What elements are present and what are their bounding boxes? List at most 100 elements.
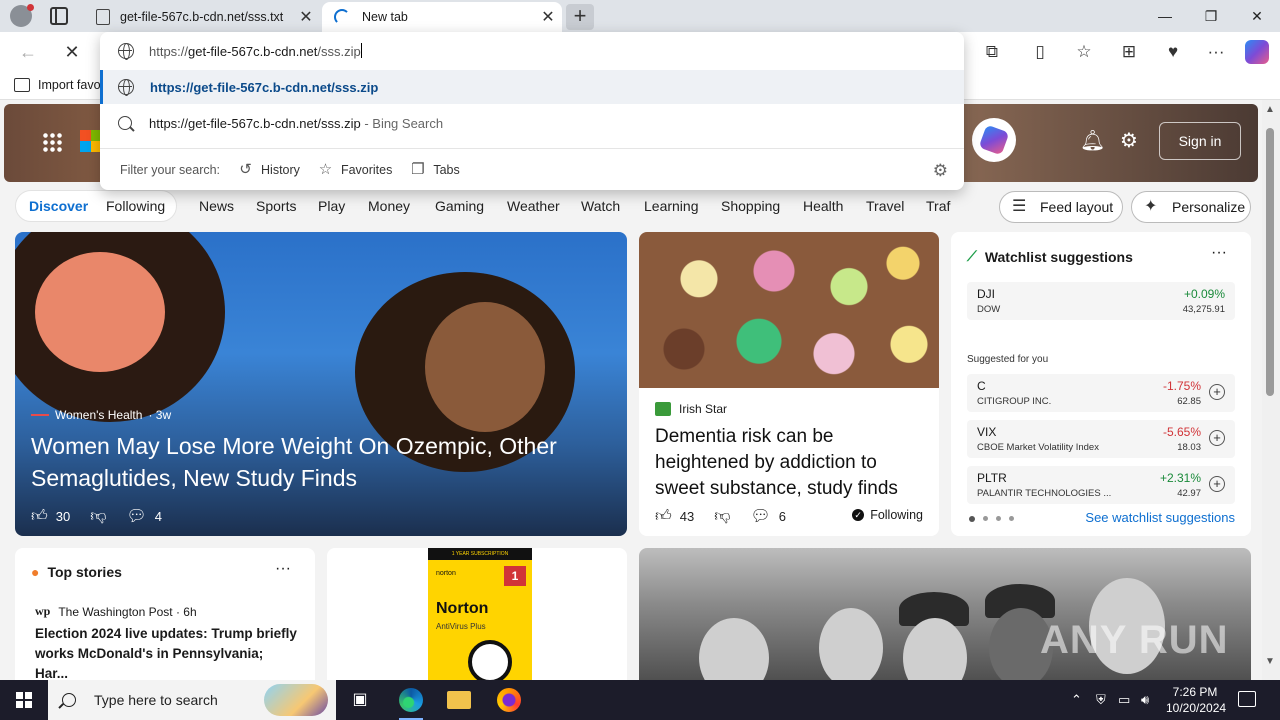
address-text[interactable]: https://get-file-567c.b-cdn.net/sss.zip (149, 43, 362, 59)
dessert-story-card[interactable]: Irish Star Dementia risk can be heighten… (639, 232, 939, 536)
task-view-icon[interactable]: ▣ (348, 688, 372, 712)
stock-row[interactable]: VIX CBOE Market Volatility Index -5.65% … (967, 420, 1235, 458)
windows-start-icon[interactable] (16, 692, 32, 708)
stock-row[interactable]: DJI DOW +0.09% 43,275.91 (967, 282, 1235, 320)
ad-card[interactable]: 1 YEAR SUBSCRIPTION norton 1 Norton Anti… (327, 548, 627, 680)
search-icon (118, 116, 132, 130)
file-explorer-icon[interactable] (447, 691, 471, 709)
scrollbar-thumb[interactable] (1266, 128, 1274, 396)
category-sports[interactable]: Sports (256, 198, 296, 214)
profile-avatar-icon[interactable] (10, 4, 34, 27)
category-shopping[interactable]: Shopping (721, 198, 780, 214)
address-bar-input[interactable]: https://get-file-567c.b-cdn.net/sss.zip (100, 32, 964, 70)
filter-tabs[interactable]: ❐ Tabs (410, 162, 460, 177)
feed-layout-button[interactable]: ☰ Feed layout (999, 191, 1123, 223)
filter-favorites[interactable]: ☆ Favorites (318, 161, 393, 178)
star-icon: ☆ (318, 161, 333, 178)
tab-new-tab[interactable]: New tab ✕ (322, 2, 562, 32)
carousel-dots[interactable] (969, 516, 1014, 522)
sign-in-button[interactable]: Sign in (1159, 122, 1241, 160)
thumbs-up-icon[interactable]: 👍︎ (31, 507, 48, 526)
gear-icon[interactable]: ⚙ (1120, 128, 1138, 153)
notification-center-icon[interactable] (1238, 691, 1256, 707)
collections-icon[interactable]: ⊞ (1117, 40, 1141, 64)
microsoft-logo-icon[interactable] (80, 130, 102, 152)
browser-essentials-icon[interactable]: ♥ (1161, 40, 1185, 64)
system-clock[interactable]: 7:26 PM 10/20/2024 (1166, 684, 1226, 716)
tab-sss-txt[interactable]: get-file-567c.b-cdn.net/sss.txt ✕ (84, 2, 320, 32)
tab-following[interactable]: Following (106, 198, 165, 214)
story-headline[interactable]: Dementia risk can be heightened by addic… (655, 424, 927, 502)
minimize-button[interactable]: — (1142, 0, 1188, 32)
scroll-down-icon[interactable]: ▼ (1265, 656, 1275, 667)
add-to-watchlist-icon[interactable]: + (1209, 384, 1225, 400)
new-tab-button[interactable]: + (566, 4, 594, 30)
check-icon: ✓ (852, 509, 865, 521)
close-tab-icon[interactable]: ✕ (534, 7, 562, 27)
stock-row[interactable]: PLTR PALANTIR TECHNOLOGIES ... +2.31% 42… (967, 466, 1235, 504)
category-weather[interactable]: Weather (507, 198, 560, 214)
story-headline[interactable]: Election 2024 live updates: Trump briefl… (35, 624, 299, 680)
close-window-button[interactable]: ✕ (1234, 0, 1280, 32)
security-tray-icon[interactable]: ⛨ (1096, 680, 1106, 720)
main-story-card[interactable]: Women's Health · 3w Women May Lose More … (15, 232, 627, 536)
taskbar-search-box[interactable]: Type here to search (48, 680, 336, 720)
reactions: 👍︎ 30 👎︎ 💬︎ 4 (31, 506, 162, 526)
category-news[interactable]: News (199, 198, 234, 214)
story-photo-shape (425, 302, 545, 432)
story-headline[interactable]: Women May Lose More Weight On Ozempic, O… (31, 430, 621, 494)
volume-icon[interactable]: 🔊︎ (1141, 680, 1149, 720)
add-to-watchlist-icon[interactable]: + (1209, 476, 1225, 492)
stock-symbol: PLTR (977, 471, 1007, 485)
settings-more-icon[interactable]: ··· (1204, 40, 1228, 64)
comment-icon[interactable]: 💬︎ (750, 506, 770, 526)
suggestion-search[interactable]: https://get-file-567c.b-cdn.net/sss.zip … (100, 106, 964, 140)
more-options-icon[interactable]: ··· (1211, 244, 1227, 262)
comment-icon[interactable]: 💬︎ (126, 506, 146, 526)
back-arrow-icon[interactable]: ← (16, 40, 40, 64)
thumbs-up-icon[interactable]: 👍︎ (655, 507, 672, 526)
stock-row[interactable]: C CITIGROUP INC. -1.75% 62.85 + (967, 374, 1235, 412)
category-health[interactable]: Health (803, 198, 843, 214)
following-tag[interactable]: ✓ Following (852, 508, 923, 522)
scroll-up-icon[interactable]: ▲ (1265, 104, 1275, 115)
category-watch[interactable]: Watch (581, 198, 620, 214)
import-favorites-link[interactable]: Import favo (14, 78, 101, 92)
close-tab-icon[interactable]: ✕ (292, 7, 320, 27)
category-play[interactable]: Play (318, 198, 345, 214)
show-hidden-icons-icon[interactable]: ⌃ (1071, 680, 1082, 720)
category-money[interactable]: Money (368, 198, 410, 214)
category-gaming[interactable]: Gaming (435, 198, 484, 214)
stock-symbol: DJI (977, 287, 995, 301)
category-travel[interactable]: Travel (866, 198, 904, 214)
see-watchlist-suggestions-link[interactable]: See watchlist suggestions (1085, 510, 1235, 525)
network-icon[interactable]: ▭ (1118, 680, 1130, 720)
tab-discover[interactable]: Discover (29, 198, 88, 214)
add-to-watchlist-icon[interactable]: + (1209, 430, 1225, 446)
globe-icon (118, 79, 134, 96)
firefox-icon[interactable] (497, 688, 521, 712)
filter-history[interactable]: ↺ History (238, 162, 300, 177)
page-scrollbar[interactable]: ▲ ▼ (1262, 100, 1280, 680)
category-learning[interactable]: Learning (644, 198, 699, 214)
tab-actions-icon[interactable] (50, 7, 68, 25)
copilot-icon[interactable] (972, 118, 1016, 162)
personalize-button[interactable]: ✦ Personalize (1131, 191, 1251, 223)
suggestion-url[interactable]: https://get-file-567c.b-cdn.net/sss.zip (100, 70, 964, 104)
globe-icon (118, 43, 134, 60)
thumbs-down-icon[interactable]: 👎︎ (90, 507, 106, 526)
gear-icon[interactable]: ⚙ (933, 161, 948, 181)
tab-title: New tab (362, 10, 408, 24)
app-launcher-icon[interactable] (42, 132, 62, 152)
thumbs-down-icon[interactable]: 👎︎ (714, 507, 730, 526)
edge-browser-icon[interactable] (399, 688, 423, 720)
notifications-bell-icon[interactable]: 🔔︎ (1080, 128, 1105, 153)
copilot-icon[interactable] (1245, 40, 1269, 64)
split-screen-icon[interactable]: ▯ (1028, 40, 1052, 64)
stop-loading-icon[interactable]: ✕ (60, 40, 84, 64)
category-traffic[interactable]: Traf (926, 198, 950, 214)
extensions-icon[interactable]: ⧉ (980, 40, 1004, 64)
more-options-icon[interactable]: ··· (275, 560, 291, 578)
favorites-star-icon[interactable]: ☆ (1072, 40, 1096, 64)
maximize-button[interactable]: ❐ (1188, 0, 1234, 32)
